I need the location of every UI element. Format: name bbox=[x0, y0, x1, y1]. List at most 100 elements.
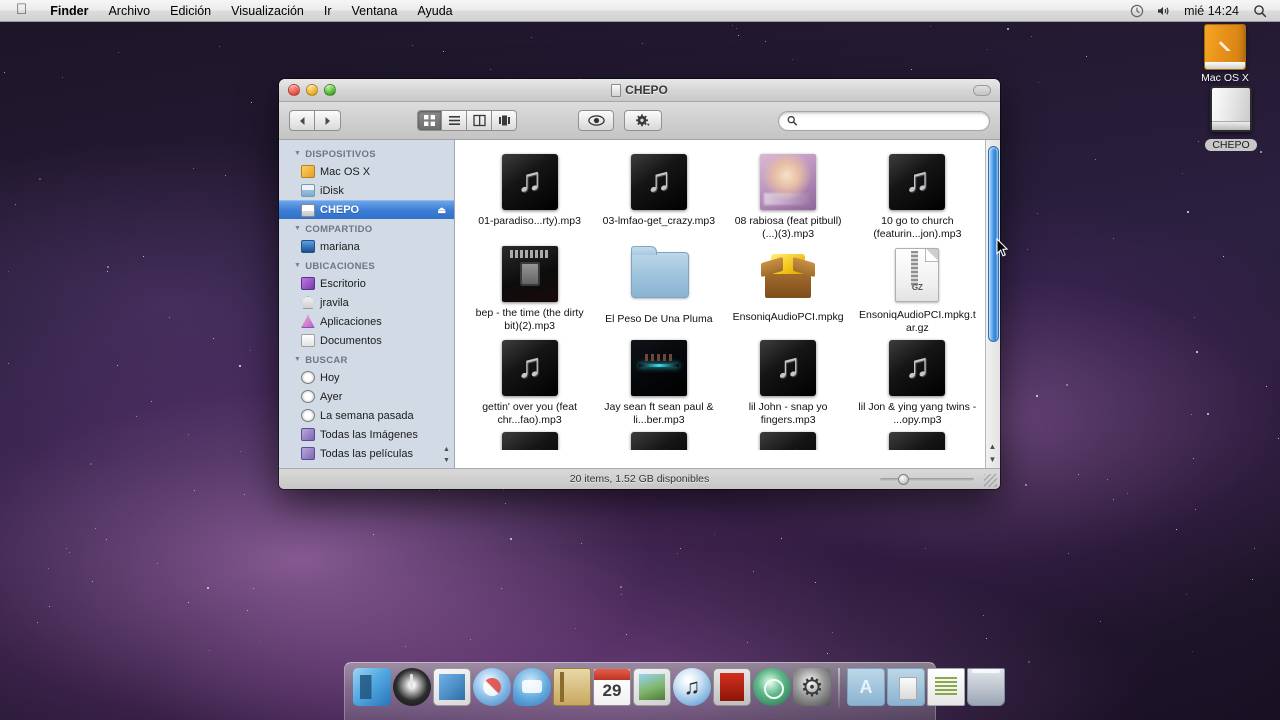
desktop-icon-mac-os-x[interactable]: Mac OS X bbox=[1182, 24, 1268, 84]
file-item[interactable]: ♫ 03-lmfao-get_crazy.mp3 bbox=[594, 150, 723, 240]
file-grid-pane[interactable]: ♫ 01-paradiso...rty).mp3 ♫ 03-lmfao-get_cra… bbox=[455, 140, 1000, 468]
dock-icon-system-preferences[interactable] bbox=[793, 668, 831, 706]
file-item[interactable]: 08 rabiosa (feat pitbull) (...)(3).mp3 bbox=[724, 150, 853, 240]
sidebar-item-todas-las-im-genes[interactable]: Todas las Imágenes bbox=[279, 425, 454, 444]
sidebar-item-todas-las-pel-culas[interactable]: Todas las películas bbox=[279, 444, 454, 463]
menu-item-ayuda[interactable]: Ayuda bbox=[407, 0, 462, 22]
sidebar-item-hoy[interactable]: Hoy bbox=[279, 368, 454, 387]
finder-window[interactable]: CHEPO ▼ DISPOSITIVOS Mac OS X iDisk CHEP… bbox=[279, 79, 1000, 489]
sidebar-section-header[interactable]: ▼ COMPARTIDO bbox=[279, 219, 454, 237]
dock-icon-ichat[interactable] bbox=[513, 668, 551, 706]
dock-icon-mail[interactable] bbox=[433, 668, 471, 706]
sidebar-item-aplicaciones[interactable]: Aplicaciones bbox=[279, 312, 454, 331]
disclosure-triangle-icon[interactable]: ▼ bbox=[294, 150, 301, 157]
disclosure-triangle-icon[interactable]: ▼ bbox=[294, 356, 301, 363]
dock-icon-safari[interactable] bbox=[473, 668, 511, 706]
file-thumbnail[interactable]: ♫ bbox=[889, 340, 946, 396]
sidebar-section-header[interactable]: ▼ DISPOSITIVOS bbox=[279, 144, 454, 162]
sidebar-item-mariana[interactable]: mariana bbox=[279, 237, 454, 256]
file-thumbnail[interactable]: ♫ bbox=[760, 340, 817, 396]
file-item[interactable]: ♫ gettin' over you (feat chr...fao).mp3 bbox=[465, 336, 594, 426]
volume-menu-icon[interactable] bbox=[1151, 0, 1175, 22]
spotlight-search-icon[interactable] bbox=[1248, 0, 1272, 22]
back-button[interactable] bbox=[289, 110, 315, 131]
file-item-partial[interactable]: ♫ bbox=[724, 428, 853, 450]
file-thumbnail[interactable]: ♫ bbox=[501, 340, 558, 396]
menu-item-visualizacin[interactable]: Visualización bbox=[221, 0, 314, 22]
file-thumbnail[interactable]: ♫ bbox=[501, 432, 558, 450]
file-item[interactable]: GZ EnsoniqAudioPCI.mpkg.tar.gz bbox=[853, 242, 982, 334]
view-as-coverflow-button[interactable] bbox=[492, 110, 517, 131]
window-proxy-icon[interactable] bbox=[611, 83, 622, 97]
dock-icon-address-book[interactable] bbox=[553, 668, 591, 706]
window-title-bar[interactable]: CHEPO bbox=[279, 79, 1000, 102]
dock-icon-document[interactable] bbox=[927, 668, 965, 706]
action-menu-button[interactable] bbox=[624, 110, 662, 131]
dock[interactable] bbox=[344, 662, 1005, 720]
sidebar-item-jravila[interactable]: jravila bbox=[279, 293, 454, 312]
dock-icon-dashboard[interactable] bbox=[393, 668, 431, 706]
sidebar-item-escritorio[interactable]: Escritorio bbox=[279, 274, 454, 293]
file-thumbnail[interactable]: ♫ bbox=[889, 154, 946, 210]
dock-icon-itunes[interactable] bbox=[673, 668, 711, 706]
finder-sidebar[interactable]: ▼ DISPOSITIVOS Mac OS X iDisk CHEPO ⏏ ▼ COMPART… bbox=[279, 140, 455, 468]
menu-item-ventana[interactable]: Ventana bbox=[342, 0, 408, 22]
search-field[interactable] bbox=[778, 110, 990, 131]
file-item-partial[interactable]: ♫ bbox=[594, 428, 723, 450]
quick-look-button[interactable] bbox=[578, 110, 614, 131]
file-item[interactable]: ♫ lil John - snap yo fingers.mp3 bbox=[724, 336, 853, 426]
file-thumbnail[interactable]: ♫ bbox=[630, 432, 687, 450]
dock-icon-trash[interactable] bbox=[967, 668, 1005, 706]
view-as-list-button[interactable] bbox=[442, 110, 467, 131]
file-thumbnail[interactable]: ♫ bbox=[501, 154, 558, 210]
dock-icon-documents-folder[interactable] bbox=[887, 668, 925, 706]
scroll-down-arrow[interactable]: ▼ bbox=[989, 453, 997, 466]
main-scrollbar[interactable]: ▲ ▼ bbox=[985, 140, 1000, 468]
menu-item-edicin[interactable]: Edición bbox=[160, 0, 221, 22]
sidebar-section-header[interactable]: ▼ UBICACIONES bbox=[279, 256, 454, 274]
view-as-columns-button[interactable] bbox=[467, 110, 492, 131]
scroll-up-arrow[interactable]: ▲ bbox=[989, 440, 997, 453]
file-thumbnail[interactable]: ♫ bbox=[889, 432, 946, 450]
apple-menu-button[interactable]:  bbox=[0, 2, 40, 18]
dock-icon-iphoto[interactable] bbox=[633, 668, 671, 706]
slider-knob[interactable] bbox=[898, 473, 909, 485]
sidebar-section-header[interactable]: ▼ BUSCAR bbox=[279, 350, 454, 368]
dock-icon-applications-folder[interactable] bbox=[847, 668, 885, 706]
menu-item-ir[interactable]: Ir bbox=[314, 0, 342, 22]
file-item[interactable]: ♫ 01-paradiso...rty).mp3 bbox=[465, 150, 594, 240]
dock-icon-time-machine[interactable] bbox=[753, 668, 791, 706]
sidebar-item-documentos[interactable]: Documentos bbox=[279, 331, 454, 350]
file-thumbnail[interactable]: GZ bbox=[889, 248, 945, 304]
file-thumbnail[interactable] bbox=[630, 246, 689, 308]
sidebar-item-idisk[interactable]: iDisk bbox=[279, 181, 454, 200]
file-item-partial[interactable]: ♫ bbox=[853, 428, 982, 450]
file-item[interactable]: bep - the time (the dirty bit)(2).mp3 bbox=[465, 242, 594, 334]
sidebar-item-ayer[interactable]: Ayer bbox=[279, 387, 454, 406]
dock-icon-dvd-player[interactable] bbox=[713, 668, 751, 706]
desktop-icon-chepo[interactable]: CHEPO bbox=[1188, 86, 1274, 153]
file-thumbnail[interactable] bbox=[760, 250, 816, 306]
sidebar-scroll-arrows[interactable]: ▲ ▼ bbox=[441, 444, 452, 466]
file-item[interactable]: El Peso De Una Pluma bbox=[594, 242, 723, 334]
dock-icon-ical[interactable] bbox=[593, 668, 631, 706]
sidebar-item-mac-os-x[interactable]: Mac OS X bbox=[279, 162, 454, 181]
menu-item-archivo[interactable]: Archivo bbox=[98, 0, 160, 22]
window-resize-grip[interactable] bbox=[984, 474, 997, 487]
menu-bar-clock[interactable]: mié 14:24 bbox=[1177, 4, 1246, 18]
file-item[interactable]: Jay sean ft sean paul & li...ber.mp3 bbox=[594, 336, 723, 426]
main-scroll-arrows[interactable]: ▲ ▼ bbox=[986, 440, 999, 466]
sidebar-item-la-semana-pasada[interactable]: La semana pasada bbox=[279, 406, 454, 425]
file-thumbnail[interactable]: ♫ bbox=[630, 154, 687, 210]
icon-size-slider[interactable] bbox=[880, 473, 974, 485]
view-as-icons-button[interactable] bbox=[417, 110, 442, 131]
search-input[interactable] bbox=[802, 114, 981, 127]
file-item[interactable]: ♫ 10 go to church (featurin...jon).mp3 bbox=[853, 150, 982, 240]
sidebar-item-chepo[interactable]: CHEPO ⏏ bbox=[279, 200, 454, 219]
forward-button[interactable] bbox=[315, 110, 341, 131]
file-thumbnail[interactable] bbox=[501, 246, 558, 302]
dock-icon-finder[interactable] bbox=[353, 668, 391, 706]
file-thumbnail[interactable]: ♫ bbox=[760, 432, 817, 450]
disclosure-triangle-icon[interactable]: ▼ bbox=[294, 262, 301, 269]
scroll-up-arrow[interactable]: ▲ bbox=[443, 444, 450, 455]
